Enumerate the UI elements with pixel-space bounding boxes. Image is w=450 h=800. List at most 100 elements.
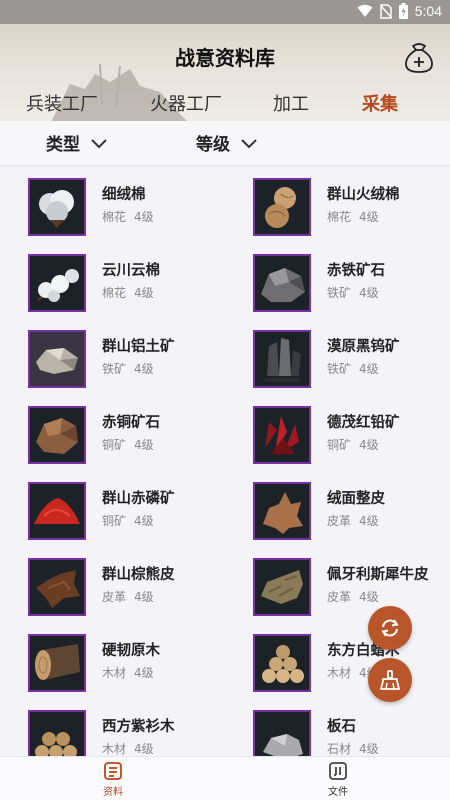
- tab-firearm-factory[interactable]: 火器工厂: [150, 90, 222, 116]
- filter-bar: 类型 等级: [0, 121, 450, 166]
- item-name: 板石: [327, 719, 356, 735]
- item-category: 铁矿: [102, 362, 127, 376]
- item-category: 石材: [327, 742, 352, 756]
- item-level: 4级: [359, 286, 379, 300]
- status-bar: 5:04: [0, 0, 450, 24]
- nav-tab-files-label: 文件: [328, 787, 348, 798]
- item-category: 皮革: [102, 590, 127, 604]
- item-level: 4级: [359, 590, 379, 604]
- item-level: 4级: [134, 666, 154, 680]
- resource-item[interactable]: 西方紫衫木 木材 4级: [28, 710, 238, 756]
- resource-item[interactable]: 云川云棉 棉花 4级: [28, 254, 238, 316]
- item-name: 赤铜矿石: [102, 415, 160, 431]
- item-level: 4级: [134, 210, 154, 224]
- tab-processing[interactable]: 加工: [273, 90, 309, 116]
- item-meta: 皮革 4级: [327, 512, 379, 529]
- item-category: 皮革: [327, 590, 352, 604]
- no-sim-icon: [380, 3, 392, 19]
- resource-item[interactable]: 赤铁矿石 铁矿 4级: [253, 254, 450, 316]
- resource-item[interactable]: 佩牙利斯犀牛皮 皮革 4级: [253, 558, 450, 620]
- resource-item[interactable]: 群山火绒棉 棉花 4级: [253, 178, 450, 240]
- cotton-boll-icon: [28, 178, 86, 236]
- resource-item[interactable]: 赤铜矿石 铜矿 4级: [28, 406, 238, 468]
- item-meta: 铜矿 4级: [102, 436, 154, 453]
- resource-item[interactable]: 板石 石材 4级: [253, 710, 450, 756]
- red-phosphorus-icon: [28, 482, 86, 540]
- filter-level-label: 等级: [196, 135, 230, 155]
- item-name: 佩牙利斯犀牛皮: [327, 567, 429, 583]
- battery-icon: [398, 3, 408, 19]
- slate-stone-icon: [253, 710, 311, 756]
- filter-level[interactable]: 等级: [196, 130, 258, 155]
- yew-wood-icon: [28, 710, 86, 756]
- item-level: 4级: [359, 210, 379, 224]
- item-level: 4级: [134, 362, 154, 376]
- resource-item[interactable]: 细绒棉 棉花 4级: [28, 178, 238, 240]
- copper-ore-icon: [28, 406, 86, 464]
- item-meta: 铜矿 4级: [102, 512, 154, 529]
- refresh-icon: [381, 619, 399, 637]
- refresh-button[interactable]: [368, 606, 412, 650]
- item-category: 木材: [102, 666, 127, 680]
- item-level: 4级: [134, 742, 154, 756]
- ash-wood-icon: [253, 634, 311, 692]
- item-category: 铜矿: [327, 438, 352, 452]
- item-level: 4级: [134, 590, 154, 604]
- filter-type[interactable]: 类型: [46, 130, 108, 155]
- status-icons: 5:04: [357, 3, 442, 19]
- app-header: 战意资料库 兵装工厂 火器工厂 加工 采集: [0, 24, 450, 121]
- item-meta: 木材 4级: [102, 740, 154, 756]
- item-meta: 铜矿 4级: [327, 436, 379, 453]
- item-category: 棉花: [102, 286, 127, 300]
- tab-gathering[interactable]: 采集: [362, 90, 398, 116]
- resource-item[interactable]: 东方白蜡木 木材4级: [253, 634, 450, 696]
- cotton-branch-icon: [28, 254, 86, 312]
- item-category: 铁矿: [327, 362, 352, 376]
- item-meta: 石材 4级: [327, 740, 379, 756]
- item-meta: 棉花 4级: [102, 284, 154, 301]
- item-name: 群山铝土矿: [102, 339, 175, 355]
- item-name: 群山火绒棉: [327, 187, 400, 203]
- item-name: 云川云棉: [102, 263, 160, 279]
- add-bag-button[interactable]: [403, 40, 435, 74]
- document-list-icon: [104, 762, 122, 780]
- item-name: 细绒棉: [102, 187, 146, 203]
- item-level: 4级: [134, 514, 154, 528]
- item-level: 4级: [134, 438, 154, 452]
- resource-item[interactable]: 群山铝土矿 铁矿 4级: [28, 330, 238, 392]
- chevron-down-icon: [241, 138, 257, 148]
- category-tabs: 兵装工厂 火器工厂 加工 采集: [0, 90, 450, 120]
- nav-tab-data[interactable]: 资料: [83, 761, 143, 798]
- nav-tab-files[interactable]: 文件: [308, 761, 368, 798]
- resource-item[interactable]: 群山棕熊皮 皮革 4级: [28, 558, 238, 620]
- resource-item[interactable]: 群山赤磷矿 铜矿 4级: [28, 482, 238, 544]
- item-category: 铁矿: [327, 286, 352, 300]
- bauxite-ore-icon: [28, 330, 86, 388]
- item-category: 皮革: [327, 514, 352, 528]
- resource-item[interactable]: 德茂红铅矿 铜矿 4级: [253, 406, 450, 468]
- tab-armament-factory[interactable]: 兵装工厂: [26, 90, 98, 116]
- rhino-hide-icon: [253, 558, 311, 616]
- broom-icon: [380, 670, 400, 690]
- item-category: 木材: [102, 742, 127, 756]
- item-name: 硬韧原木: [102, 643, 160, 659]
- wifi-icon: [357, 4, 373, 17]
- item-level: 4级: [359, 514, 379, 528]
- item-name: 西方紫衫木: [102, 719, 175, 735]
- item-level: 4级: [134, 286, 154, 300]
- filter-type-label: 类型: [46, 135, 80, 155]
- nav-tab-data-label: 资料: [103, 787, 123, 798]
- clear-button[interactable]: [368, 658, 412, 702]
- bear-hide-icon: [28, 558, 86, 616]
- resource-item[interactable]: 绒面整皮 皮革 4级: [253, 482, 450, 544]
- resource-item[interactable]: 漠原黑钨矿 铁矿 4级: [253, 330, 450, 392]
- wolframite-ore-icon: [253, 330, 311, 388]
- bottom-navigation: 资料 文件: [0, 756, 450, 800]
- suede-hide-icon: [253, 482, 311, 540]
- item-meta: 铁矿 4级: [327, 284, 379, 301]
- hematite-ore-icon: [253, 254, 311, 312]
- item-meta: 木材 4级: [102, 664, 154, 681]
- resource-item[interactable]: 硬韧原木 木材 4级: [28, 634, 238, 696]
- item-level: 4级: [359, 742, 379, 756]
- item-name: 德茂红铅矿: [327, 415, 400, 431]
